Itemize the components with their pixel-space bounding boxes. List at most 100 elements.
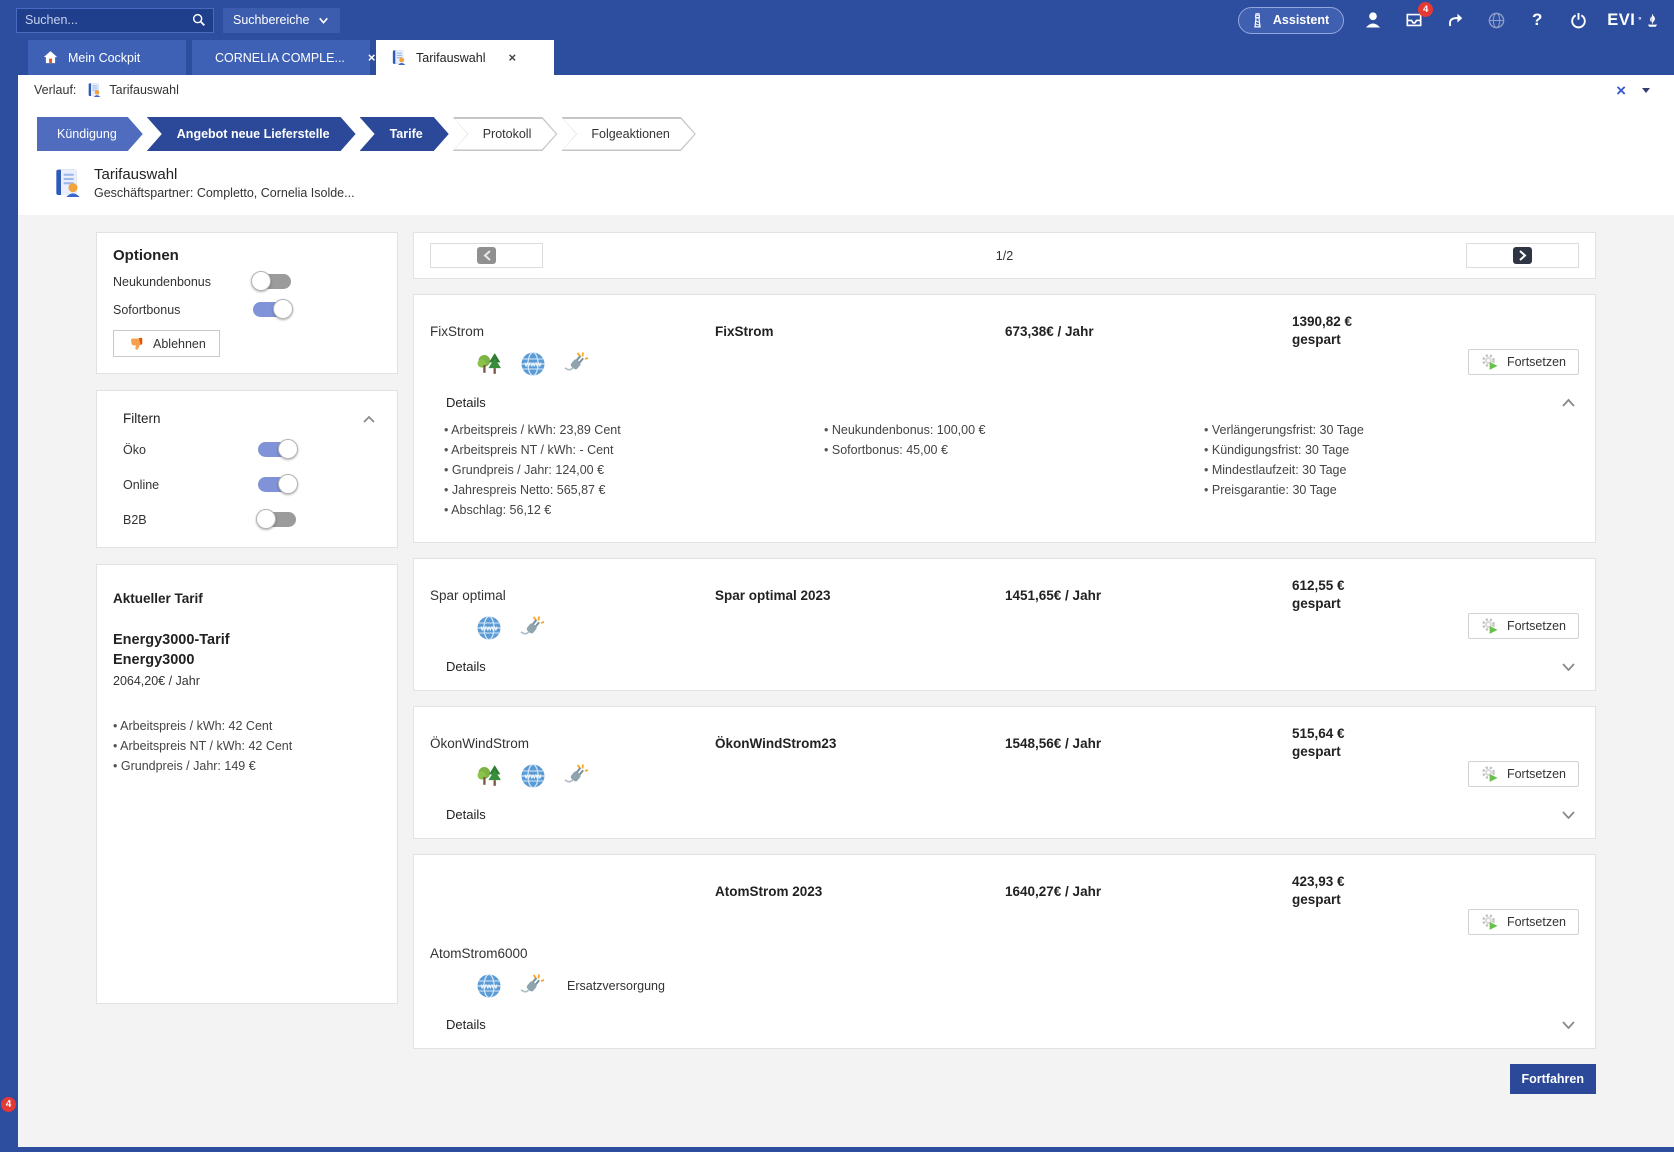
tariff-price: 1548,56€ / Jahr [1005, 736, 1292, 751]
chevron-down-icon[interactable] [1562, 1020, 1575, 1029]
tariff-price: 1451,65€ / Jahr [1005, 588, 1292, 603]
sailboat-icon [1645, 13, 1660, 28]
detail-item: Jahrespreis Netto: 565,87 € [444, 480, 824, 500]
step-kuendigung[interactable]: Kündigung [37, 117, 143, 151]
current-tariff-name: Energy3000-Tarif [113, 630, 381, 650]
current-tariff-title: Aktueller Tarif [113, 591, 381, 606]
reject-button[interactable]: Ablehnen [113, 330, 220, 357]
chevron-down-icon[interactable] [1642, 88, 1650, 93]
details-link[interactable]: Details [446, 395, 486, 410]
details-link[interactable]: Details [446, 659, 486, 674]
workflow-steps: Kündigung Angebot neue Lieferstelle Tari… [18, 105, 1674, 157]
detail-item: Preisgarantie: 30 Tage [1204, 480, 1579, 500]
close-icon[interactable]: × [1616, 82, 1626, 99]
redo-icon[interactable] [1443, 8, 1467, 32]
power-icon[interactable] [1566, 8, 1590, 32]
tab-cornelia[interactable]: CORNELIA COMPLE... × [192, 40, 370, 75]
chevron-down-icon [317, 14, 330, 27]
assistant-label: Assistent [1273, 13, 1329, 27]
tariff-name: ÖkonWindStrom [430, 736, 715, 751]
tariff-saved: 423,93 € gespart [1292, 873, 1464, 909]
online-icon [520, 351, 546, 377]
gear-play-icon [1481, 765, 1499, 783]
online-toggle[interactable] [258, 477, 296, 492]
search-areas-button[interactable]: Suchbereiche [223, 8, 340, 33]
tariff-card-oekonwindstrom: ÖkonWindStrom ÖkonWindStrom23 1548,56€ /… [413, 706, 1596, 839]
tariff-card-fixstrom: FixStrom FixStrom 673,38€ / Jahr 1390,82… [413, 294, 1596, 543]
details-link[interactable]: Details [446, 807, 486, 822]
toggle-label: Neukundenbonus [113, 275, 253, 289]
b2b-toggle[interactable] [258, 512, 296, 527]
prev-page-button[interactable] [430, 243, 543, 268]
page-head: Tarifauswahl Geschäftspartner: Completto… [18, 157, 1674, 215]
detail-item: Mindestlaufzeit: 30 Tage [1204, 460, 1579, 480]
continue-tariff-button[interactable]: Fortsetzen [1468, 761, 1579, 787]
user-icon[interactable] [1361, 8, 1385, 32]
continue-button[interactable]: Fortfahren [1510, 1064, 1597, 1094]
oeko-toggle[interactable] [258, 442, 296, 457]
pagination: 1/2 [413, 232, 1596, 279]
tariff-list: 1/2 FixStrom [413, 232, 1596, 1094]
tab-close-icon[interactable]: × [508, 50, 516, 65]
lighthouse-icon [1249, 12, 1266, 29]
search-input[interactable] [25, 13, 191, 27]
next-page-button[interactable] [1466, 243, 1579, 268]
options-panel: Optionen Neukundenbonus Sofortbonus Able… [96, 232, 398, 374]
help-icon[interactable]: ? [1525, 8, 1549, 32]
chevron-down-icon[interactable] [1562, 662, 1575, 671]
step-protokoll[interactable]: Protokoll [453, 117, 558, 151]
tariff-name: AtomStrom6000 [430, 946, 715, 961]
details-link[interactable]: Details [446, 1017, 486, 1032]
detail-item: Abschlag: 56,12 € [444, 500, 824, 520]
left-nav-strip: ❯ 4 [0, 0, 18, 1152]
notification-badge-bottom[interactable]: 4 [1, 1097, 16, 1112]
continue-tariff-button[interactable]: Fortsetzen [1468, 349, 1579, 375]
sofortbonus-toggle[interactable] [253, 302, 291, 317]
detail-item: Grundpreis / Jahr: 124,00 € [444, 460, 824, 480]
step-tarife[interactable]: Tarife [360, 117, 449, 151]
tariff-price: 673,38€ / Jahr [1005, 324, 1292, 339]
plug-icon [563, 763, 589, 789]
brand-logo: EVI° [1607, 11, 1660, 30]
inbox-icon[interactable]: 4 [1402, 8, 1426, 32]
topbar: Suchbereiche Assistent 4 ? EVI° [0, 0, 1674, 40]
app-window: ❯ 4 Suchbereiche Assistent 4 ? [0, 0, 1674, 1152]
history-label: Verlauf: [34, 83, 76, 97]
tariff-saved: 612,55 € gespart [1292, 577, 1464, 613]
tariff-card-atomstrom: AtomStrom6000 Ersatzversorgung AtomStrom… [413, 854, 1596, 1049]
tariff-product: AtomStrom 2023 [715, 884, 1005, 899]
step-angebot-neue-lieferstelle[interactable]: Angebot neue Lieferstelle [147, 117, 356, 151]
gear-play-icon [1481, 617, 1499, 635]
tab-tarifauswahl[interactable]: Tarifauswahl × [376, 40, 554, 75]
chevron-up-icon[interactable] [363, 415, 375, 423]
tab-mein-cockpit[interactable]: Mein Cockpit [28, 40, 186, 75]
chevron-down-icon[interactable] [1562, 810, 1575, 819]
options-title: Optionen [113, 247, 381, 264]
detail-item: Arbeitspreis NT / kWh: - Cent [444, 440, 824, 460]
detail-item: Neukundenbonus: 100,00 € [824, 420, 1204, 440]
gear-play-icon [1481, 913, 1499, 931]
step-folgeaktionen[interactable]: Folgeaktionen [561, 117, 696, 151]
tariff-saved: 1390,82 € gespart [1292, 313, 1464, 349]
continue-tariff-button[interactable]: Fortsetzen [1468, 909, 1579, 935]
tariff-price: 1640,27€ / Jahr [1005, 884, 1292, 899]
tariff-book-icon [390, 49, 407, 66]
chevron-left-icon [483, 250, 491, 261]
history-row: Verlauf: Tarifauswahl × [18, 75, 1674, 105]
inbox-badge: 4 [1418, 2, 1433, 17]
history-value[interactable]: Tarifauswahl [109, 83, 178, 97]
plug-icon [563, 351, 589, 377]
page-title: Tarifauswahl [94, 166, 355, 183]
sidebar: Optionen Neukundenbonus Sofortbonus Able… [96, 232, 398, 1004]
search-icon[interactable] [191, 12, 207, 28]
continue-tariff-button[interactable]: Fortsetzen [1468, 613, 1579, 639]
detail-item: Kündigungsfrist: 30 Tage [1204, 440, 1579, 460]
assistant-button[interactable]: Assistent [1238, 7, 1344, 34]
online-icon [476, 973, 502, 999]
tariff-name: Spar optimal [430, 588, 715, 603]
neukundenbonus-toggle[interactable] [253, 274, 291, 289]
chevron-up-icon[interactable] [1562, 398, 1575, 407]
tabbar: Mein Cockpit CORNELIA COMPLE... × Tarifa… [0, 40, 1674, 75]
tab-close-icon[interactable]: × [368, 50, 376, 65]
tariff-product: FixStrom [715, 324, 1005, 339]
